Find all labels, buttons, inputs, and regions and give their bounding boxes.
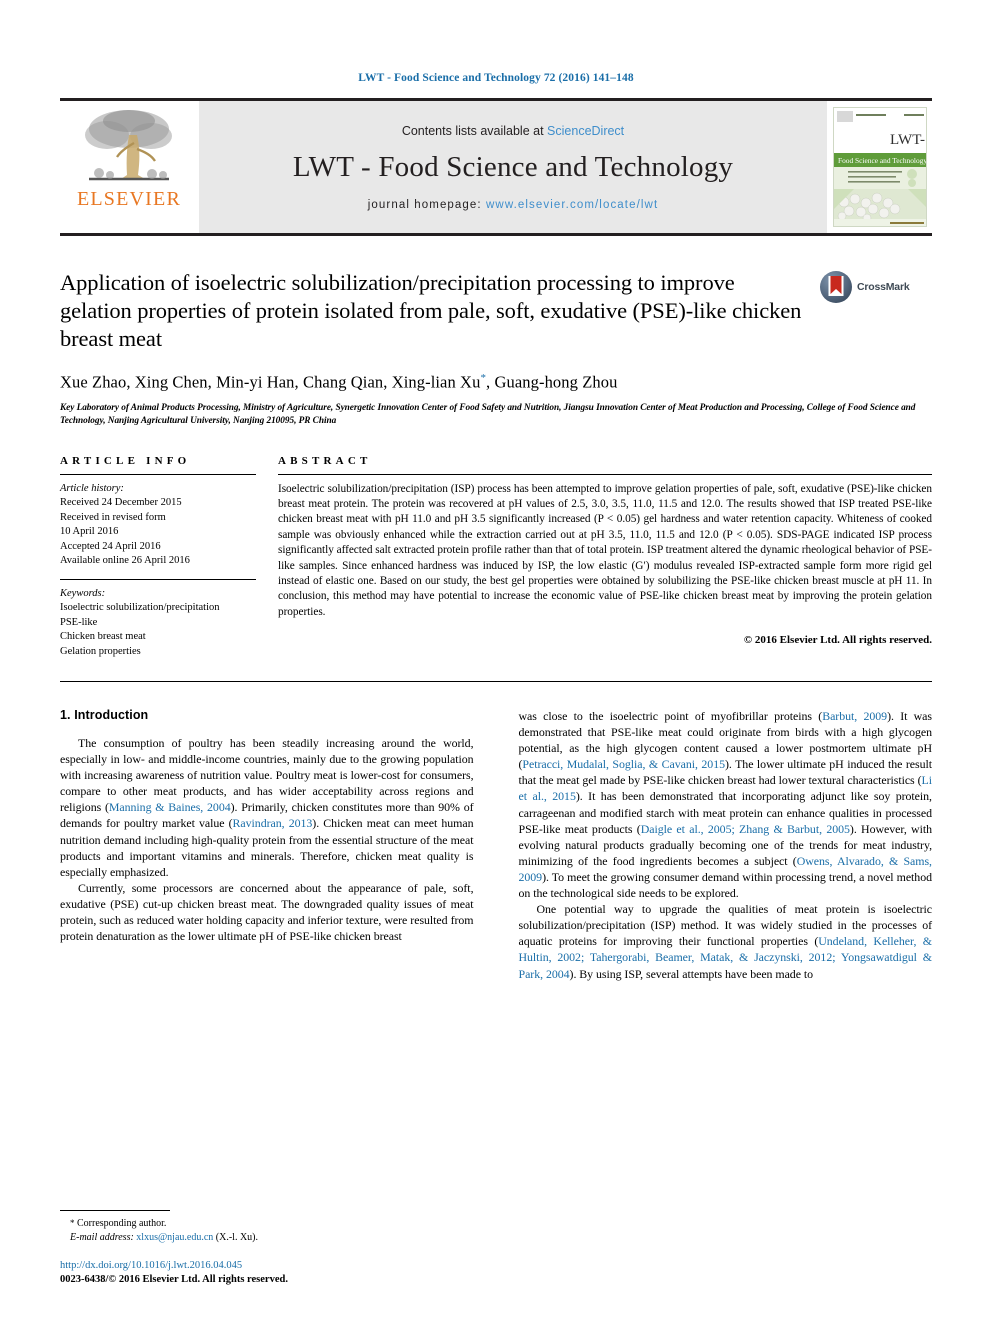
article-history-item-3: Accepted 24 April 2016 xyxy=(60,540,161,552)
corresponding-author-text: Corresponding author. xyxy=(77,1218,167,1229)
article-history-item-4: Available online 26 April 2016 xyxy=(60,555,190,566)
elsevier-wordmark: ELSEVIER xyxy=(76,188,182,210)
body-text: Currently, some processors are concerned… xyxy=(60,880,474,944)
homepage-label: journal homepage: xyxy=(367,198,482,211)
journal-masthead: ELSEVIER Contents lists available at Sci… xyxy=(60,98,932,236)
journal-cover-thumbnail: LWT- Food Science and Technology xyxy=(833,107,927,227)
article-info-rule xyxy=(60,473,256,475)
article-info-column: ARTICLE INFO Article history: Received 2… xyxy=(60,455,256,660)
citation-link[interactable]: Petracci, Mudalal, Soglia, & Cavani, 201… xyxy=(522,757,725,771)
keyword-item-0: Isoelectric solubilization/precipitation xyxy=(60,602,220,613)
authors-names-tail: , Guang-hong Zhou xyxy=(486,372,618,392)
citation-link[interactable]: Barbut, 2009 xyxy=(822,709,887,723)
intro-paragraph-right-0: was close to the isoelectric point of my… xyxy=(519,708,933,901)
article-history-label: Article history: xyxy=(60,482,124,494)
citation-link[interactable]: Manning & Baines, 2004 xyxy=(109,800,231,814)
issn-copyright-line: 0023-6438/© 2016 Elsevier Ltd. All right… xyxy=(60,1274,288,1285)
article-history-item-2: 10 April 2016 xyxy=(60,526,119,537)
citation-link[interactable]: Daigle et al., 2005; Zhang & Barbut, 200… xyxy=(641,822,850,836)
citation-link[interactable]: Ravindran, 2013 xyxy=(233,816,313,830)
body-separator-rule xyxy=(60,681,932,682)
svg-text:Food Science and Technology: Food Science and Technology xyxy=(838,156,927,165)
doi-link[interactable]: http://dx.doi.org/10.1016/j.lwt.2016.04.… xyxy=(60,1259,480,1273)
article-history-item-0: Received 24 December 2015 xyxy=(60,497,182,508)
keyword-item-2: Chicken breast meat xyxy=(60,631,146,642)
masthead-center: Contents lists available at ScienceDirec… xyxy=(198,101,828,233)
journal-title: LWT - Food Science and Technology xyxy=(292,150,734,183)
author-list: Xue Zhao, Xing Chen, Min-yi Han, Chang Q… xyxy=(60,372,932,393)
journal-homepage-line: journal homepage: www.elsevier.com/locat… xyxy=(368,199,659,211)
info-abstract-region: ARTICLE INFO Article history: Received 2… xyxy=(60,455,932,660)
contents-prefix: Contents lists available at xyxy=(401,123,544,138)
body-column-left: 1. Introduction The consumption of poult… xyxy=(60,708,474,982)
article-history-item-1: Received in revised form xyxy=(60,511,166,523)
authors-names: Xue Zhao, Xing Chen, Min-yi Han, Chang Q… xyxy=(60,372,481,392)
running-head: LWT - Food Science and Technology 72 (20… xyxy=(358,72,634,84)
corresponding-author-note: * Corresponding author. xyxy=(60,1216,480,1231)
body-columns: 1. Introduction The consumption of poult… xyxy=(60,708,932,982)
email-link[interactable]: xlxus@njau.edu.cn xyxy=(136,1232,213,1243)
title-block: CrossMark Application of isoelectric sol… xyxy=(60,269,932,429)
journal-cover-container: LWT- Food Science and Technology xyxy=(828,101,932,233)
abstract-column: ABSTRACT Isoelectric solubilization/prec… xyxy=(278,455,932,660)
article-info-heading: ARTICLE INFO xyxy=(60,454,191,467)
body-text: ). To meet the growing consumer demand w… xyxy=(518,869,933,901)
page-footnote: * Corresponding author. E-mail address: … xyxy=(60,1210,480,1287)
intro-paragraph-right-1: One potential way to upgrade the qualiti… xyxy=(519,901,933,981)
keyword-item-1: PSE-like xyxy=(60,616,98,628)
doi-block: http://dx.doi.org/10.1016/j.lwt.2016.04.… xyxy=(60,1259,480,1287)
body-column-right: was close to the isoelectric point of my… xyxy=(519,708,933,982)
sciencedirect-link[interactable]: ScienceDirect xyxy=(547,124,624,138)
section-heading-introduction: 1. Introduction xyxy=(60,708,149,722)
keyword-item-3: Gelation properties xyxy=(60,645,141,657)
author-affiliation: Key Laboratory of Animal Products Proces… xyxy=(60,402,916,427)
publisher-logo: ELSEVIER xyxy=(60,101,198,233)
email-owner: (X.-l. Xu). xyxy=(215,1232,258,1243)
crossmark-badge-group[interactable]: CrossMark xyxy=(820,271,932,303)
abstract-copyright: © 2016 Elsevier Ltd. All rights reserved… xyxy=(743,634,932,647)
corresponding-star-icon: * xyxy=(70,1218,75,1228)
body-text: was close to the isoelectric point of my… xyxy=(518,709,823,723)
crossmark-label: CrossMark xyxy=(857,281,910,293)
email-label: E-mail address: xyxy=(70,1232,134,1243)
crossmark-icon xyxy=(820,271,852,303)
abstract-text: Isoelectric solubilization/precipitation… xyxy=(278,482,932,618)
journal-article-page: LWT - Food Science and Technology 72 (20… xyxy=(0,0,992,1323)
keywords-label: Keywords: xyxy=(60,587,106,599)
contents-available-line: Contents lists available at ScienceDirec… xyxy=(402,124,624,138)
svg-text:LWT-: LWT- xyxy=(890,132,925,148)
abstract-rule xyxy=(278,473,932,475)
elsevier-tree-icon xyxy=(77,105,181,191)
body-text: ). By using ISP, several attempts have b… xyxy=(569,966,814,981)
intro-paragraph-left-1: Currently, some processors are concerned… xyxy=(60,880,474,944)
keywords-rule xyxy=(60,578,256,580)
email-note: E-mail address: xlxus@njau.edu.cn (X.-l.… xyxy=(60,1231,480,1245)
footnote-rule xyxy=(60,1210,170,1211)
homepage-url-link[interactable]: www.elsevier.com/locate/lwt xyxy=(486,199,658,211)
abstract-heading: ABSTRACT xyxy=(278,454,372,467)
article-title: Application of isoelectric solubilizatio… xyxy=(60,270,802,351)
intro-paragraph-left-0: The consumption of poultry has been stea… xyxy=(60,735,474,880)
